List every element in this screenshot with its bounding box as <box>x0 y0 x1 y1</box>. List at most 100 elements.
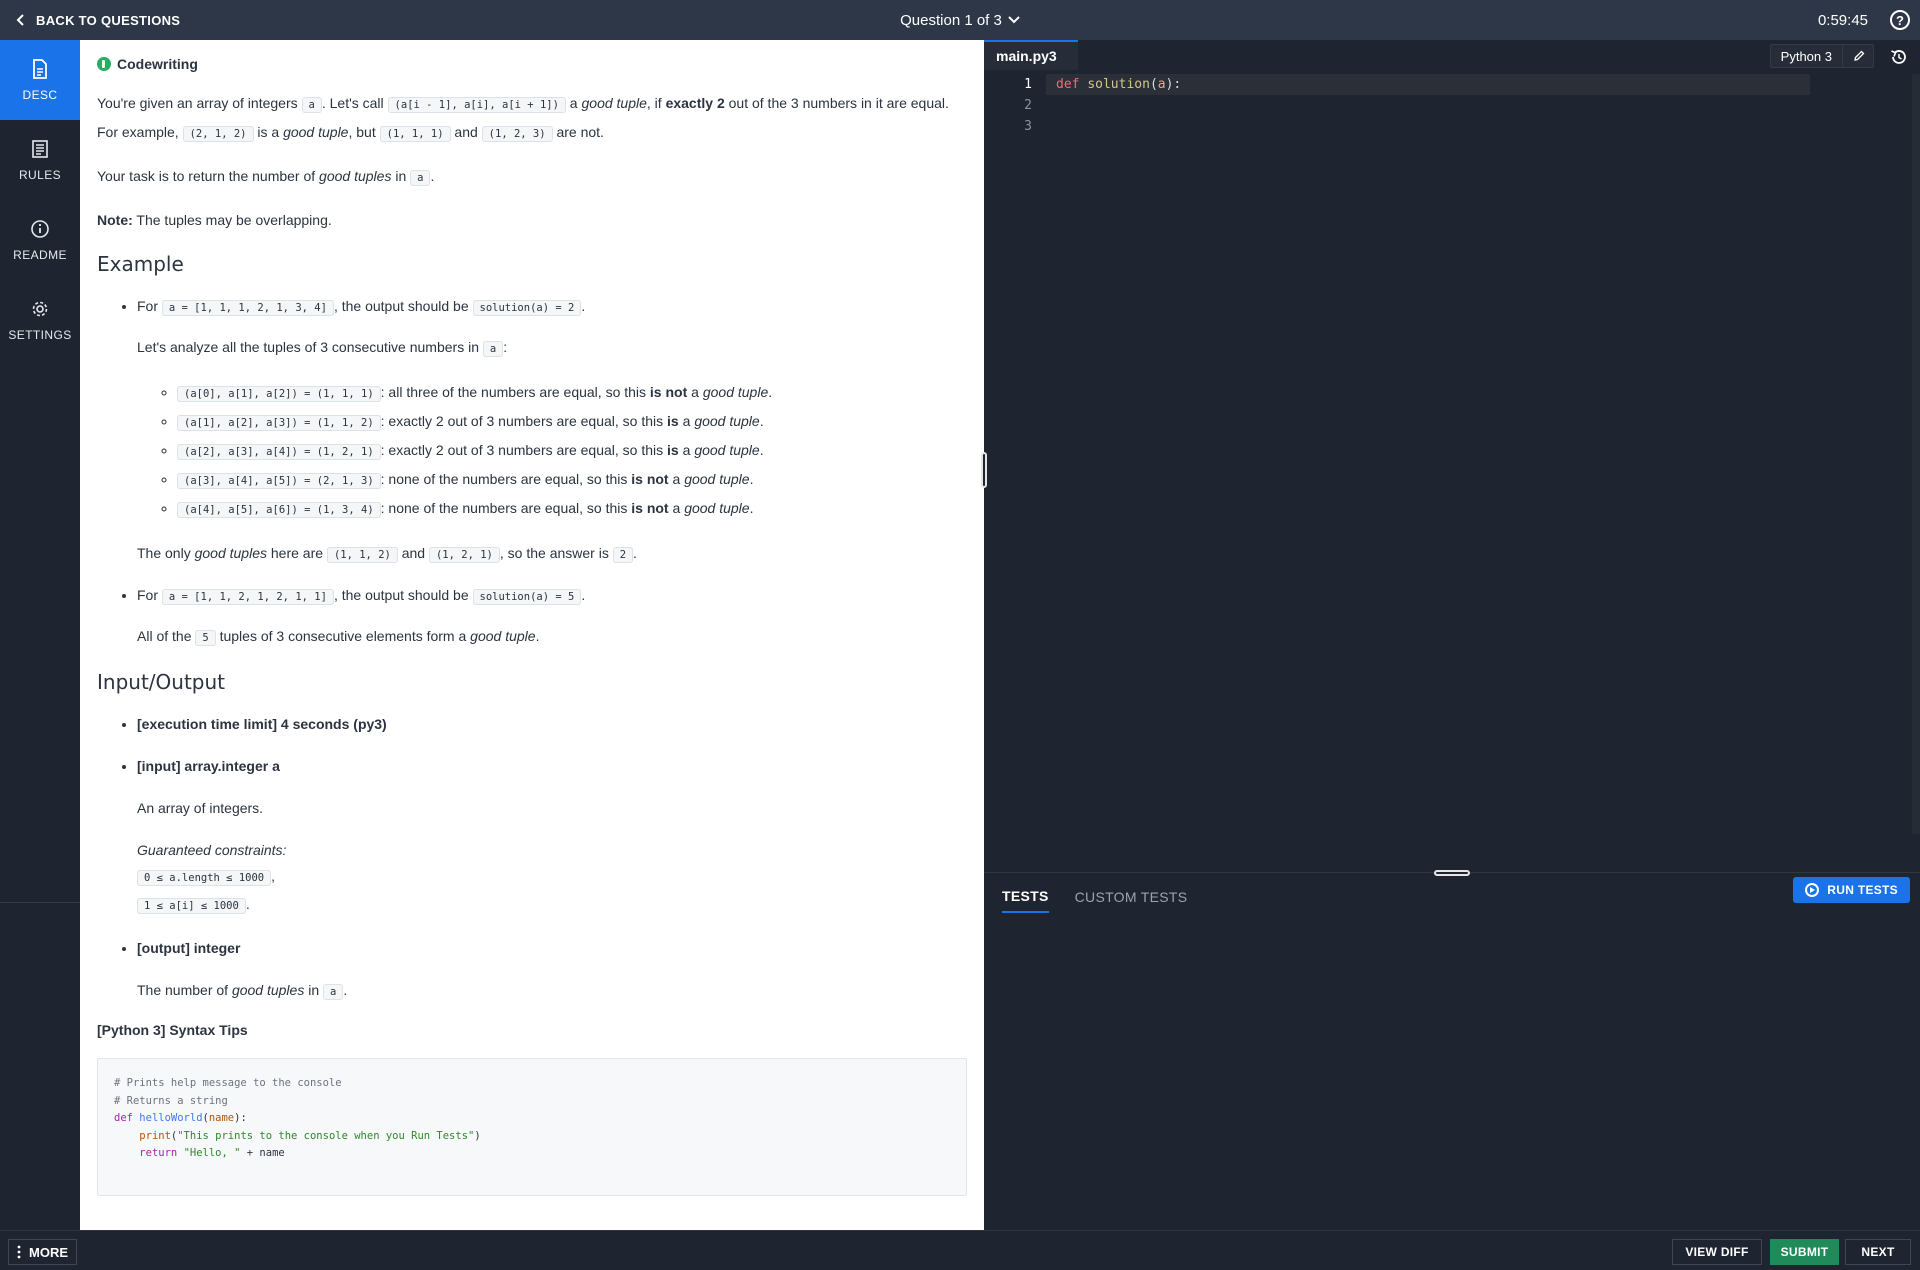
code-string: "This prints to the console when you Run… <box>177 1129 475 1142</box>
text: The tuples may be overlapping. <box>132 212 332 228</box>
inline-code: a = [1, 1, 1, 2, 1, 3, 4] <box>161 300 334 316</box>
text: , <box>271 868 275 884</box>
emphasis: good tuple <box>684 500 750 516</box>
example-list: For a = [1, 1, 1, 2, 1, 3, 4] , the outpu… <box>97 296 968 652</box>
text: : exactly 2 out of 3 numbers are equal, … <box>380 442 668 458</box>
code-function: solution <box>1087 77 1150 92</box>
text: are not. <box>552 124 604 140</box>
help-icon[interactable]: ? <box>1890 10 1910 30</box>
nav-item-desc[interactable]: DESC <box>0 40 80 120</box>
text: All of the <box>137 628 196 644</box>
text: . <box>759 413 764 429</box>
run-tests-button[interactable]: RUN TESTS <box>1793 877 1910 903</box>
all-tuples-line: All of the 5 tuples of 3 consecutive ele… <box>137 623 968 652</box>
analyze-line: Let's analyze all the tuples of 3 consec… <box>137 334 968 363</box>
syntax-code-block: # Prints help message to the console # R… <box>97 1058 967 1196</box>
example-heading: Example <box>97 252 184 276</box>
editor-tests-resize-handle[interactable] <box>1434 870 1470 876</box>
code-line[interactable]: def solution(a): <box>1046 74 1810 95</box>
editor-scrollbar[interactable] <box>1912 74 1920 834</box>
text: tuples of 3 consecutive elements form a <box>215 628 471 644</box>
text: a <box>565 95 582 111</box>
inline-code: solution(a) = 5 <box>472 589 582 605</box>
text: Your task is to return the number of <box>97 168 320 184</box>
language-selector[interactable]: Python 3 <box>1769 44 1874 68</box>
back-to-questions-link[interactable]: BACK TO QUESTIONS <box>16 0 180 40</box>
inline-code: (1, 2, 3) <box>481 126 553 142</box>
question-selector[interactable]: Question 1 of 3 <box>900 12 1020 29</box>
example-item-2: For a = [1, 1, 2, 1, 2, 1, 1], the outpu… <box>137 585 968 652</box>
document-icon <box>33 59 47 79</box>
bold-text: is <box>667 442 679 458</box>
output-title: [output] integer <box>137 940 241 956</box>
text: . <box>633 545 637 561</box>
note-paragraph: Note: The tuples may be overlapping. <box>97 207 968 234</box>
bold-text: is not <box>631 471 669 487</box>
code-param: a <box>1157 77 1166 92</box>
text: a <box>668 471 685 487</box>
code-editor: main.py3 Python 3 1 2 3 def solution(a): <box>981 40 1920 872</box>
text: For <box>137 587 162 603</box>
syntax-tips-title: [Python 3] Syntax Tips <box>97 1022 248 1038</box>
text: . <box>749 471 754 487</box>
tab-custom-tests[interactable]: CUSTOM TESTS <box>1075 881 1188 913</box>
emphasis: good tuple <box>694 442 760 458</box>
text: . <box>759 442 764 458</box>
text: Let's analyze all the tuples of 3 consec… <box>137 339 483 355</box>
emphasis: good tuples <box>194 545 267 561</box>
nav-item-settings[interactable]: SETTINGS <box>0 280 80 360</box>
tuple-item: (a[0], a[1], a[2]) = (1, 1, 1): all thre… <box>177 379 968 408</box>
nav-label-rules: RULES <box>18 168 61 182</box>
nav-item-readme[interactable]: README <box>0 200 80 280</box>
text: in <box>391 168 411 184</box>
text: . <box>245 896 250 912</box>
more-button[interactable]: MORE <box>8 1239 77 1265</box>
text: For <box>137 298 162 314</box>
code-string: "Hello, " <box>183 1147 241 1159</box>
next-button[interactable]: NEXT <box>1845 1239 1911 1265</box>
kebab-menu-icon <box>17 1245 21 1259</box>
code-punct: ( <box>1149 77 1158 92</box>
task-type-tag: Codewriting <box>97 54 968 74</box>
inline-code: (1, 2, 1) <box>428 547 500 563</box>
nav-item-rules[interactable]: RULES <box>0 120 80 200</box>
panel-resize-handle[interactable] <box>981 452 987 488</box>
file-tab[interactable]: main.py3 <box>984 40 1078 70</box>
back-label: BACK TO QUESTIONS <box>36 12 181 28</box>
code-keyword: def <box>1056 77 1080 92</box>
tab-tests[interactable]: TESTS <box>1002 881 1049 913</box>
emphasis: good tuple <box>684 471 750 487</box>
io-list: [execution time limit] 4 seconds (py3) [… <box>97 714 968 1002</box>
text: : none of the numbers are equal, so this <box>380 500 632 516</box>
text: : all three of the numbers are equal, so… <box>380 384 650 400</box>
inline-code: (a[3], a[4], a[5]) = (2, 1, 3) <box>177 473 381 489</box>
text: : exactly 2 out of 3 numbers are equal, … <box>380 413 668 429</box>
view-diff-button[interactable]: VIEW DIFF <box>1672 1239 1762 1265</box>
chevron-left-icon <box>16 14 24 26</box>
text: You're given an array of integers <box>97 95 302 111</box>
inline-code: (1, 1, 2) <box>326 547 398 563</box>
emphasis: good tuple <box>702 384 769 400</box>
timer: 0:59:45 <box>1817 11 1868 29</box>
play-icon <box>1805 883 1820 897</box>
code-punct: ): <box>1165 77 1182 92</box>
line-number: 1 <box>1024 77 1032 92</box>
bold-text: is not <box>649 384 688 400</box>
submit-button[interactable]: SUBMIT <box>1770 1239 1839 1265</box>
tuple-item: (a[4], a[5], a[6]) = (1, 3, 4): none of … <box>177 495 968 524</box>
list-icon <box>32 140 48 158</box>
info-icon <box>97 57 111 71</box>
inline-code: a <box>410 170 431 186</box>
text: a <box>668 500 685 516</box>
gear-icon <box>32 301 48 317</box>
bold-text: is <box>667 413 679 429</box>
text: , if <box>646 95 666 111</box>
reset-code-icon[interactable] <box>1888 46 1910 68</box>
language-label: Python 3 <box>1780 48 1832 64</box>
text: , but <box>348 124 380 140</box>
text: , the output should be <box>333 587 473 603</box>
text: . <box>581 587 586 603</box>
text: . <box>430 168 435 184</box>
text: here are <box>267 545 327 561</box>
io-item-time-limit: [execution time limit] 4 seconds (py3) <box>137 714 968 734</box>
